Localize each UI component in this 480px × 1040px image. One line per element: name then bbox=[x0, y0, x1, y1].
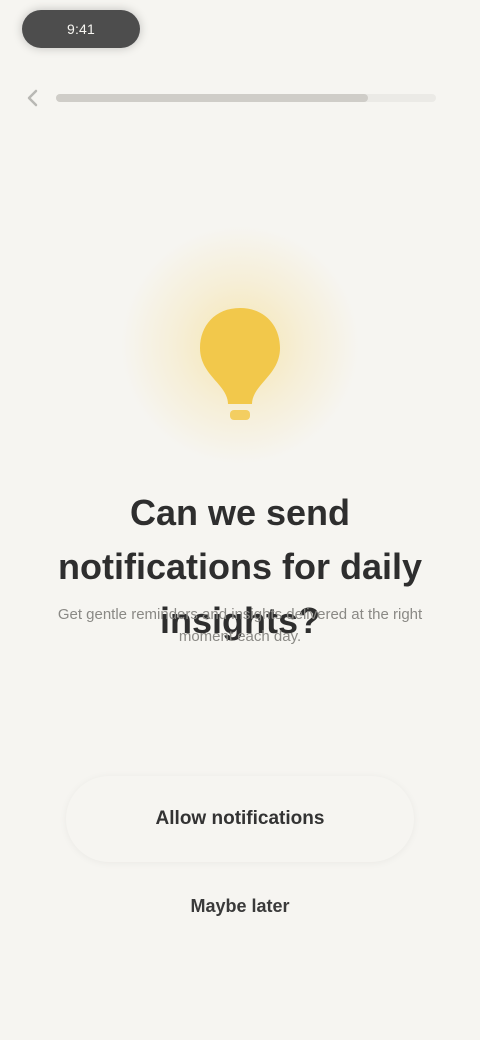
status-time: 9:41 bbox=[66, 21, 96, 37]
chevron-left-icon[interactable] bbox=[22, 87, 44, 109]
lightbulb-icon bbox=[200, 308, 280, 420]
page-subtitle: Get gentle reminders and insights delive… bbox=[57, 606, 423, 645]
onboarding-progress-bar bbox=[56, 94, 436, 102]
progress-fill bbox=[56, 94, 368, 102]
maybe-later-button[interactable]: Maybe later bbox=[66, 866, 414, 946]
progress-header bbox=[22, 86, 436, 110]
status-time-pill: 9:41 bbox=[22, 10, 140, 48]
allow-notifications-button[interactable]: Allow notifications bbox=[66, 776, 414, 862]
